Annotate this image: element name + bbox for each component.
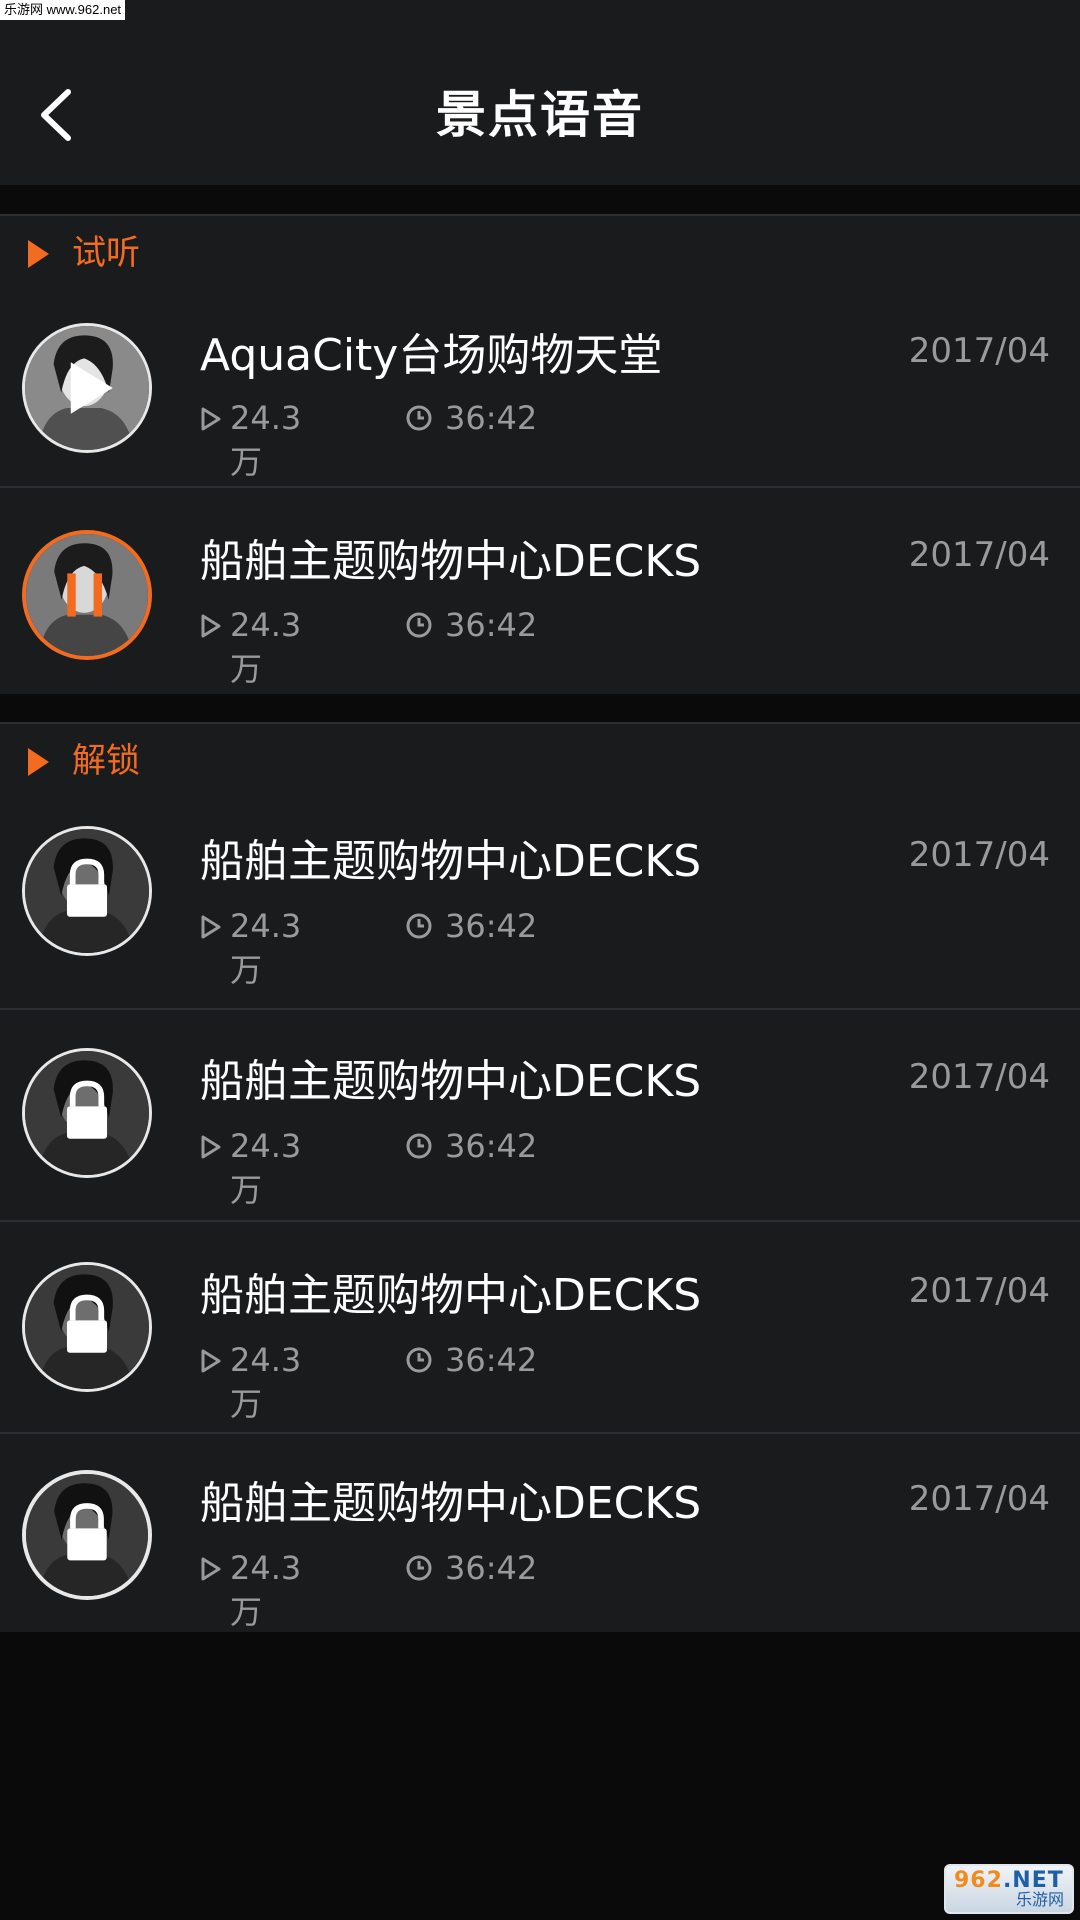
- watermark-logo: 962.NET 乐游网: [944, 1864, 1074, 1914]
- item-title: 船舶主题购物中心DECKS: [200, 1270, 702, 1321]
- watermark-text: 乐游网 www.962.net: [0, 0, 126, 20]
- duration: 36:42: [445, 1341, 538, 1379]
- pause-icon[interactable]: [26, 534, 148, 656]
- item-title: 船舶主题购物中心DECKS: [200, 536, 702, 587]
- avatar[interactable]: [22, 530, 152, 660]
- duration: 36:42: [445, 606, 538, 644]
- item-title: 船舶主题购物中心DECKS: [200, 836, 702, 887]
- section-label: 解锁: [72, 741, 140, 781]
- triangle-icon: [28, 748, 49, 776]
- play-count: 24.3万: [230, 606, 302, 688]
- play-count: 24.3万: [230, 1341, 302, 1423]
- navigation-bar: 景点语音: [0, 0, 1080, 185]
- item-date: 2017/04: [908, 835, 1050, 875]
- item-date: 2017/04: [908, 1271, 1050, 1311]
- lock-icon: [66, 1080, 108, 1139]
- list-item[interactable]: 船舶主题购物中心DECKS 2017/04 24.3万 36:42: [0, 1008, 1080, 1222]
- play-count: 24.3万: [230, 399, 302, 481]
- list-item[interactable]: 船舶主题购物中心DECKS 2017/04 24.3万 36:42: [0, 804, 1080, 1008]
- item-date: 2017/04: [908, 535, 1050, 575]
- item-date: 2017/04: [908, 331, 1050, 371]
- section-unlock: 解锁 船舶主题购物中心DECKS 2017/04 24.3万 36:42 船舶主…: [0, 722, 1080, 1632]
- section-header: 解锁: [0, 724, 1080, 804]
- section-trial: 试听 AquaCity台场购物天堂 2017/04 24.3万 36:42 船舶…: [0, 214, 1080, 694]
- play-count: 24.3万: [230, 907, 302, 989]
- section-label: 试听: [72, 233, 140, 273]
- watermark-logo-sub: 乐游网: [1015, 1890, 1064, 1909]
- clock-icon: [406, 1555, 432, 1581]
- duration: 36:42: [445, 1549, 538, 1587]
- avatar[interactable]: [22, 1470, 152, 1600]
- play-count-icon: [201, 915, 221, 939]
- play-icon[interactable]: [25, 326, 149, 450]
- avatar[interactable]: [22, 323, 152, 453]
- item-date: 2017/04: [908, 1479, 1050, 1519]
- list-item[interactable]: AquaCity台场购物天堂 2017/04 24.3万 36:42: [0, 296, 1080, 486]
- section-header: 试听: [0, 216, 1080, 296]
- play-count-icon: [201, 1557, 221, 1581]
- list-item[interactable]: 船舶主题购物中心DECKS 2017/04 24.3万 36:42: [0, 486, 1080, 694]
- lock-icon: [66, 1294, 108, 1353]
- triangle-icon: [28, 240, 49, 268]
- clock-icon: [406, 612, 432, 638]
- list-item[interactable]: 船舶主题购物中心DECKS 2017/04 24.3万 36:42: [0, 1220, 1080, 1434]
- play-count-icon: [201, 407, 221, 431]
- item-title: 船舶主题购物中心DECKS: [200, 1478, 702, 1529]
- play-count: 24.3万: [230, 1549, 302, 1631]
- item-title: AquaCity台场购物天堂: [200, 330, 663, 381]
- duration: 36:42: [445, 907, 538, 945]
- clock-icon: [406, 1347, 432, 1373]
- item-date: 2017/04: [908, 1057, 1050, 1097]
- list-item[interactable]: 船舶主题购物中心DECKS 2017/04 24.3万 36:42: [0, 1432, 1080, 1632]
- clock-icon: [406, 405, 432, 431]
- duration: 36:42: [445, 399, 538, 437]
- play-count-icon: [201, 614, 221, 638]
- duration: 36:42: [445, 1127, 538, 1165]
- avatar[interactable]: [22, 826, 152, 956]
- play-count-icon: [201, 1349, 221, 1373]
- clock-icon: [406, 913, 432, 939]
- play-count: 24.3万: [230, 1127, 302, 1209]
- page-title: 景点语音: [436, 86, 644, 144]
- item-title: 船舶主题购物中心DECKS: [200, 1056, 702, 1107]
- avatar[interactable]: [22, 1262, 152, 1392]
- lock-icon: [66, 858, 108, 917]
- clock-icon: [406, 1133, 432, 1159]
- play-count-icon: [201, 1135, 221, 1159]
- lock-icon: [67, 1503, 107, 1561]
- avatar[interactable]: [22, 1048, 152, 1178]
